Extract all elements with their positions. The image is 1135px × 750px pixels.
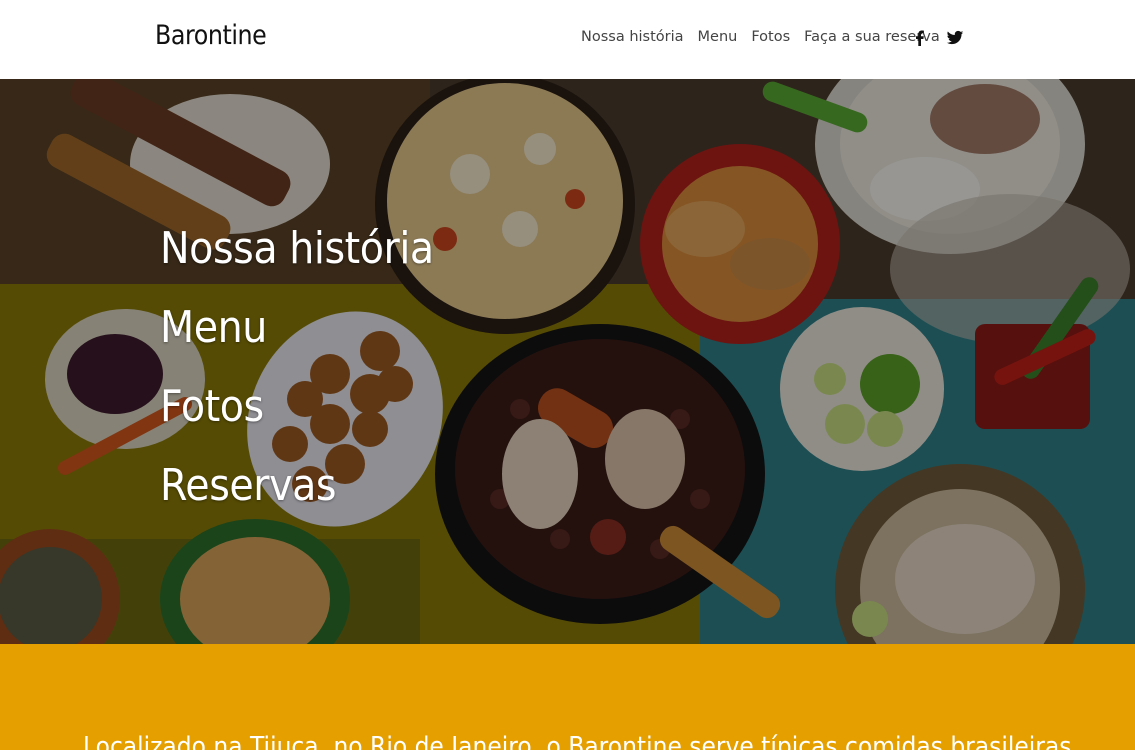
hero-menu: Nossa história Menu Fotos Reservas (160, 209, 464, 525)
top-nav: Nossa história Menu Fotos Faça a sua res… (581, 29, 954, 45)
twitter-icon[interactable] (946, 29, 964, 47)
intro-text: Localizado na Tijuca, no Rio de Janeiro,… (83, 732, 1072, 750)
facebook-icon[interactable] (911, 29, 929, 47)
hero-banner: Nossa história Menu Fotos Reservas (0, 79, 1135, 644)
hero-link-menu[interactable]: Menu (160, 288, 434, 367)
site-logo[interactable]: Barontine (155, 20, 267, 51)
nav-link-fotos[interactable]: Fotos (751, 29, 790, 45)
hero-link-nossa-historia[interactable]: Nossa história (160, 209, 434, 288)
nav-link-nossa-historia[interactable]: Nossa história (581, 29, 684, 45)
nav-link-menu[interactable]: Menu (698, 29, 738, 45)
social-links (911, 29, 964, 47)
intro-section: Localizado na Tijuca, no Rio de Janeiro,… (0, 644, 1135, 750)
site-header: Barontine Nossa história Menu Fotos Faça… (0, 0, 1135, 79)
hero-link-reservas[interactable]: Reservas (160, 446, 434, 525)
hero-link-fotos[interactable]: Fotos (160, 367, 434, 446)
